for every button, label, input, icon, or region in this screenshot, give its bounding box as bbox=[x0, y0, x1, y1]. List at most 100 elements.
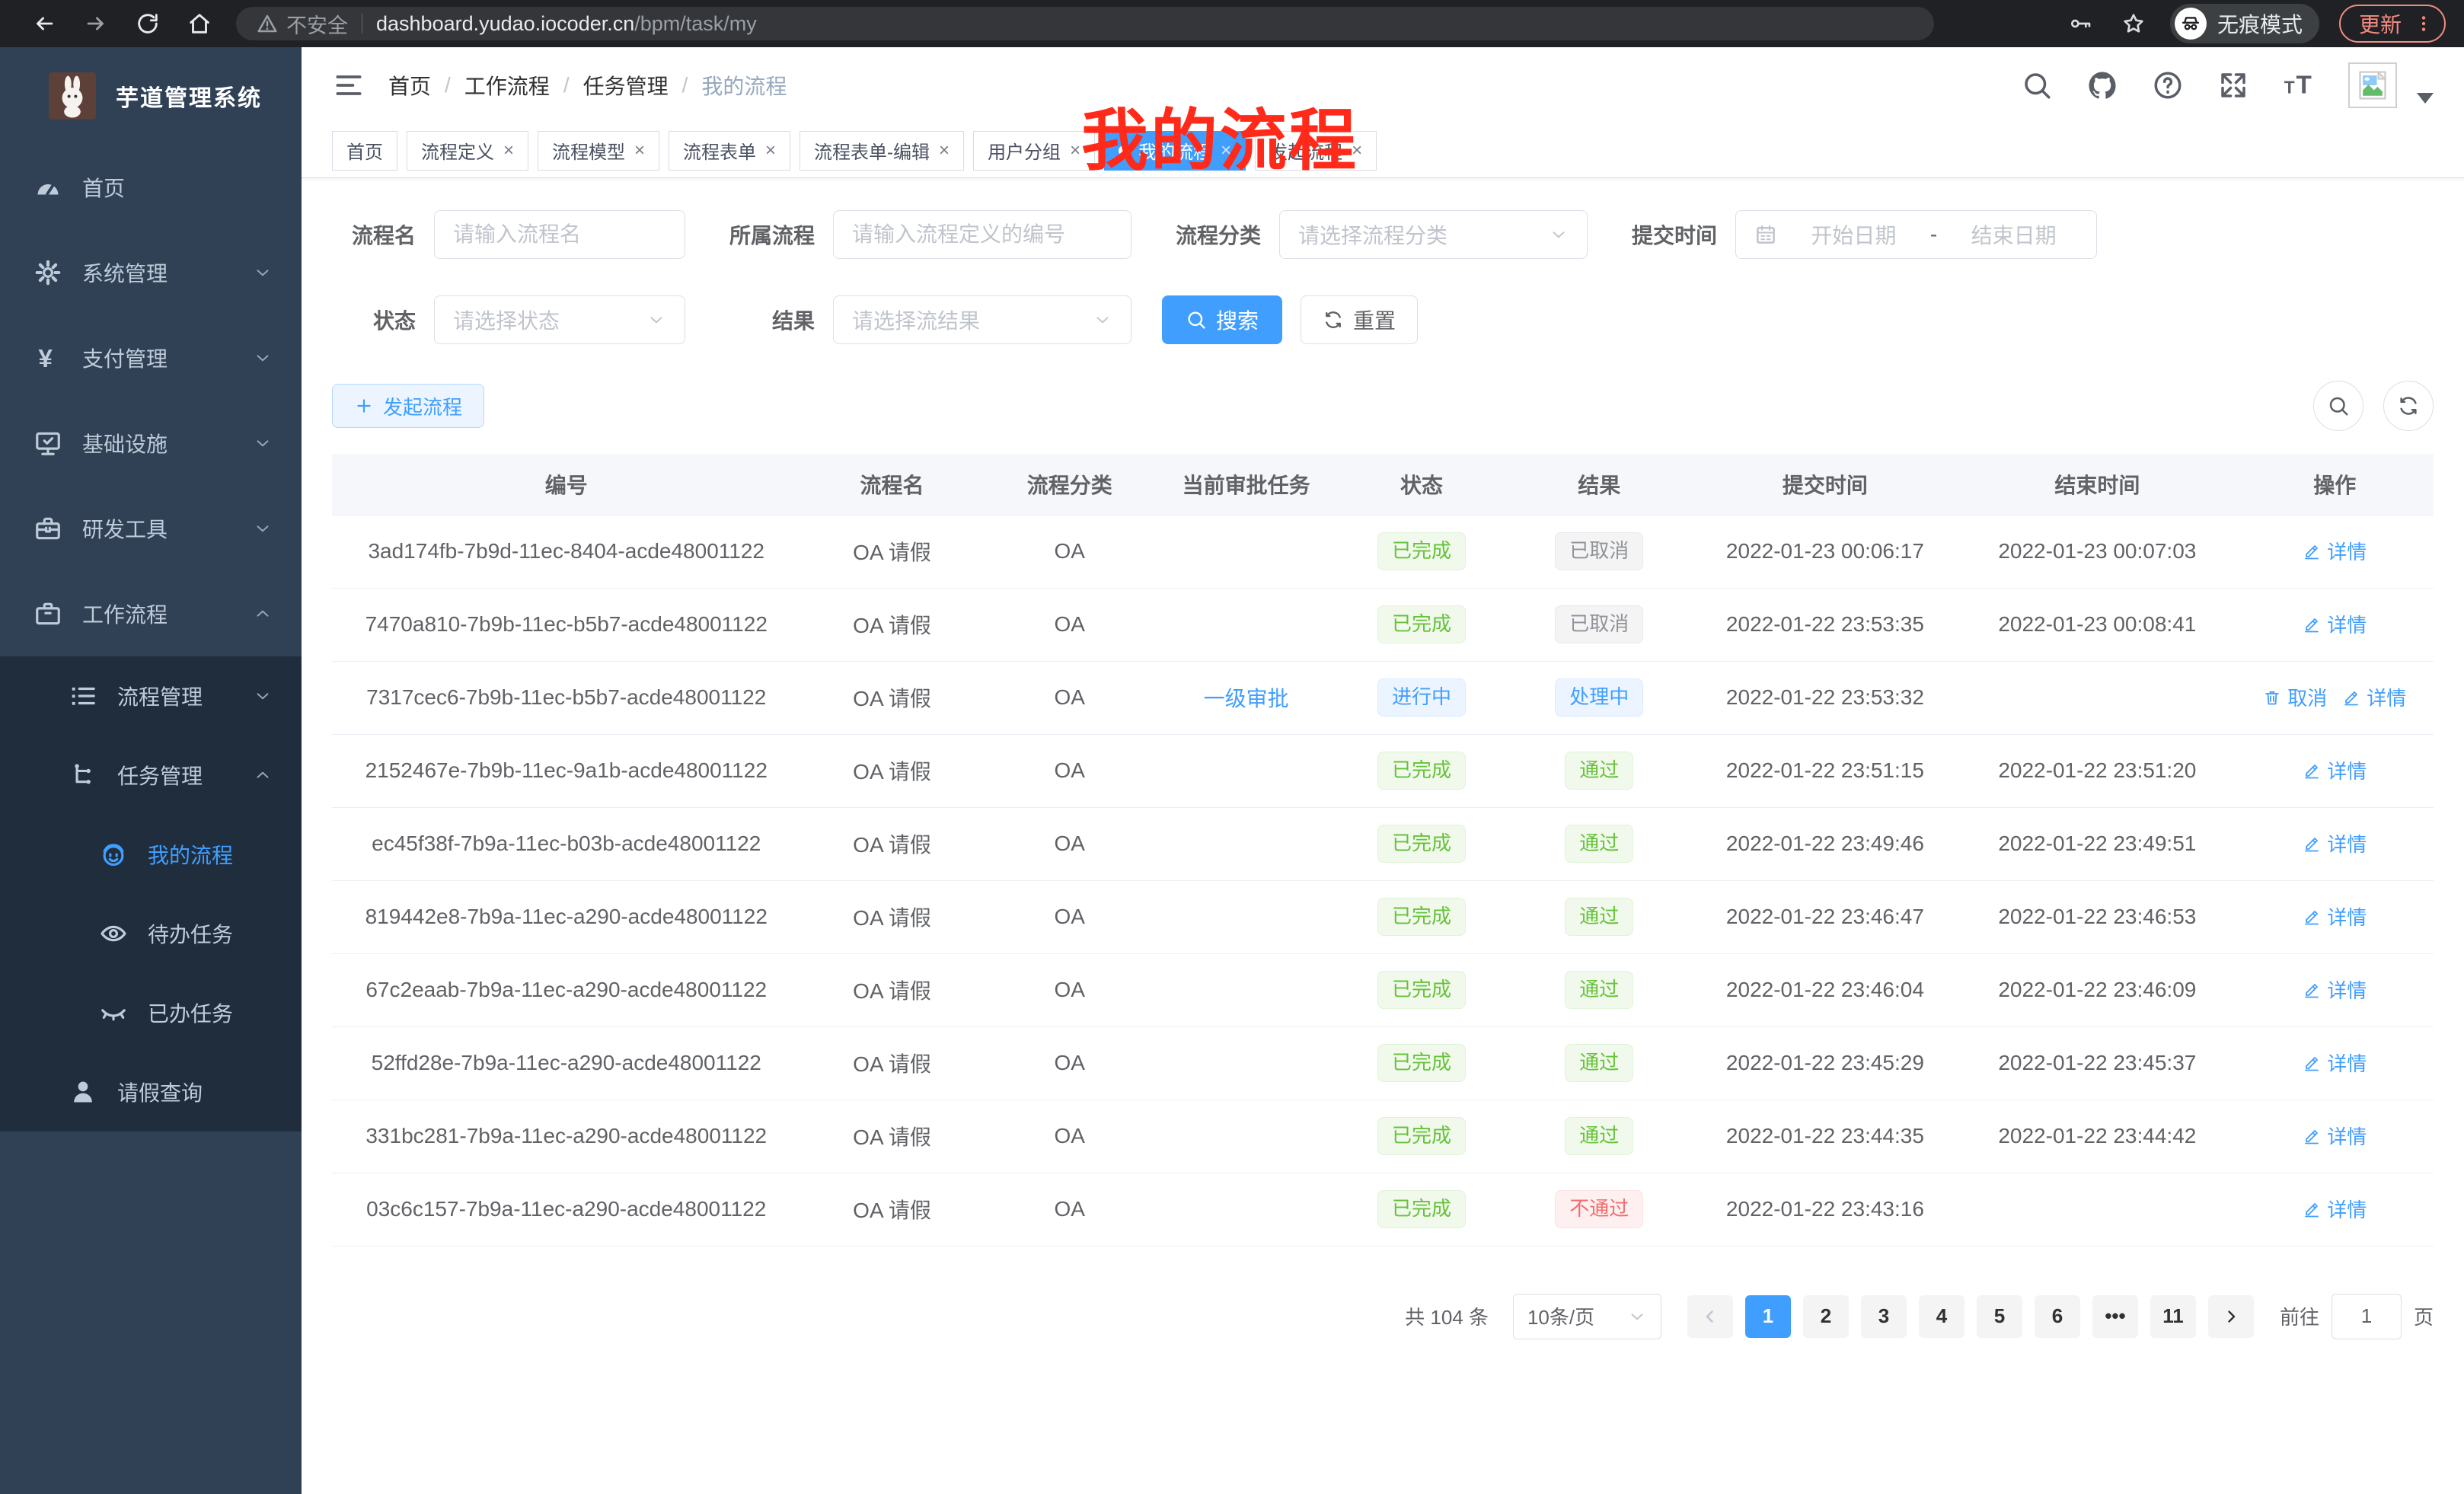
detail-link[interactable]: 详情 bbox=[2303, 1049, 2367, 1077]
cell-submit-time: 2022-01-22 23:43:16 bbox=[1692, 1173, 1959, 1246]
page-button-2[interactable]: 2 bbox=[1803, 1295, 1849, 1338]
sidebar-item-流程管理[interactable]: 流程管理 bbox=[0, 656, 302, 736]
tab-流程模型[interactable]: 流程模型× bbox=[538, 131, 659, 171]
sidebar-item-请假查询[interactable]: 请假查询 bbox=[0, 1052, 302, 1132]
font-size-icon[interactable]: TT bbox=[2283, 69, 2315, 101]
avatar[interactable] bbox=[2348, 62, 2397, 108]
tab-流程定义[interactable]: 流程定义× bbox=[407, 131, 528, 171]
cancel-link[interactable]: 取消 bbox=[2263, 683, 2327, 711]
detail-link[interactable]: 详情 bbox=[2342, 683, 2406, 711]
tree-icon bbox=[69, 761, 97, 790]
pen-icon bbox=[2303, 1127, 2321, 1145]
star-icon[interactable] bbox=[2117, 7, 2150, 40]
sidebar-item-研发工具[interactable]: 研发工具 bbox=[0, 486, 302, 571]
result-select[interactable]: 请选择流结果 bbox=[833, 295, 1131, 344]
caret-down-icon[interactable] bbox=[2417, 93, 2434, 104]
back-icon[interactable] bbox=[18, 2, 70, 45]
close-icon[interactable]: × bbox=[765, 142, 776, 160]
sidebar-item-基础设施[interactable]: 基础设施 bbox=[0, 401, 302, 486]
create-process-button[interactable]: 发起流程 bbox=[332, 384, 484, 428]
breadcrumb-item[interactable]: 工作流程 bbox=[464, 70, 550, 101]
breadcrumb-item[interactable]: 首页 bbox=[388, 70, 431, 101]
key-icon[interactable] bbox=[2063, 7, 2097, 40]
github-icon[interactable] bbox=[2086, 69, 2118, 101]
page-size-select[interactable]: 10条/页 bbox=[1513, 1294, 1661, 1339]
incognito-icon bbox=[2175, 8, 2207, 40]
fullscreen-icon[interactable] bbox=[2217, 69, 2249, 101]
kebab-menu-icon[interactable] bbox=[2414, 11, 2434, 37]
cell-process-id: 67c2eaab-7b9a-11ec-a290-acde48001122 bbox=[332, 953, 800, 1026]
cell-end-time: 2022-01-22 23:49:51 bbox=[1958, 807, 2236, 880]
table-row: 67c2eaab-7b9a-11ec-a290-acde48001122OA 请… bbox=[332, 953, 2434, 1026]
tab-流程表单[interactable]: 流程表单× bbox=[669, 131, 790, 171]
detail-link[interactable]: 详情 bbox=[2303, 537, 2367, 565]
sidebar-item-已办任务[interactable]: 已办任务 bbox=[0, 973, 302, 1052]
sidebar-item-支付管理[interactable]: ¥支付管理 bbox=[0, 315, 302, 401]
category-select[interactable]: 请选择流程分类 bbox=[1279, 210, 1588, 259]
prev-page-button[interactable] bbox=[1687, 1295, 1733, 1338]
sidebar-item-label: 工作流程 bbox=[82, 599, 168, 629]
pager-ellipsis[interactable]: ••• bbox=[2092, 1295, 2138, 1338]
detail-link[interactable]: 详情 bbox=[2303, 1195, 2367, 1223]
action-label: 取消 bbox=[2287, 683, 2327, 711]
sidebar-item-系统管理[interactable]: 系统管理 bbox=[0, 230, 302, 315]
tab-用户分组[interactable]: 用户分组× bbox=[973, 131, 1095, 171]
cell-result: 通过 bbox=[1507, 734, 1692, 807]
search-icon[interactable] bbox=[2021, 69, 2053, 101]
cell-actions: 详情 bbox=[2236, 1173, 2434, 1246]
cell-process-id: 2152467e-7b9b-11ec-9a1b-acde48001122 bbox=[332, 734, 800, 807]
sidebar-toggle-icon[interactable] bbox=[332, 69, 365, 102]
cell-category: OA bbox=[984, 953, 1156, 1026]
logo[interactable]: 芋道管理系统 bbox=[0, 47, 302, 145]
sidebar-item-我的流程[interactable]: 我的流程 bbox=[0, 815, 302, 894]
page-button-11[interactable]: 11 bbox=[2150, 1295, 2196, 1338]
detail-link[interactable]: 详情 bbox=[2303, 829, 2367, 857]
chevron-down-icon bbox=[1549, 225, 1569, 244]
page-button-3[interactable]: 3 bbox=[1861, 1295, 1907, 1338]
status-select[interactable]: 请选择状态 bbox=[434, 295, 685, 344]
sidebar-item-待办任务[interactable]: 待办任务 bbox=[0, 894, 302, 973]
cell-submit-time: 2022-01-22 23:51:15 bbox=[1692, 734, 1959, 807]
home-icon[interactable] bbox=[174, 2, 225, 45]
process-name-input[interactable] bbox=[434, 210, 685, 259]
status-badge: 已完成 bbox=[1377, 825, 1466, 863]
sidebar-item-首页[interactable]: 首页 bbox=[0, 145, 302, 230]
detail-link[interactable]: 详情 bbox=[2303, 756, 2367, 784]
close-icon[interactable]: × bbox=[503, 142, 514, 160]
tab-流程表单-编辑[interactable]: 流程表单-编辑× bbox=[800, 131, 964, 171]
detail-link[interactable]: 详情 bbox=[2303, 610, 2367, 638]
detail-link[interactable]: 详情 bbox=[2303, 975, 2367, 1004]
breadcrumb-item[interactable]: 任务管理 bbox=[583, 70, 669, 101]
forward-icon[interactable] bbox=[70, 2, 122, 45]
address-bar[interactable]: 不安全 dashboard.yudao.iocoder.cn/bpm/task/… bbox=[236, 7, 1934, 40]
sidebar-item-任务管理[interactable]: 任务管理 bbox=[0, 736, 302, 815]
search-button[interactable]: 搜索 bbox=[1162, 295, 1282, 344]
goto-page-input[interactable] bbox=[2332, 1294, 2402, 1339]
show-search-button[interactable] bbox=[2313, 381, 2363, 431]
table-row: 3ad174fb-7b9d-11ec-8404-acde48001122OA 请… bbox=[332, 515, 2434, 588]
process-def-input[interactable] bbox=[833, 210, 1131, 259]
page-button-4[interactable]: 4 bbox=[1919, 1295, 1964, 1338]
action-label: 详情 bbox=[2327, 975, 2367, 1004]
page-button-1[interactable]: 1 bbox=[1745, 1295, 1791, 1338]
update-button[interactable]: 更新 bbox=[2339, 5, 2446, 43]
cell-result: 不通过 bbox=[1507, 1173, 1692, 1246]
reset-button[interactable]: 重置 bbox=[1301, 295, 1418, 344]
page-button-5[interactable]: 5 bbox=[1977, 1295, 2022, 1338]
detail-link[interactable]: 详情 bbox=[2303, 902, 2367, 931]
refresh-table-button[interactable] bbox=[2383, 381, 2434, 431]
filter-label-submit-time: 提交时间 bbox=[1618, 219, 1717, 250]
tab-首页[interactable]: 首页 bbox=[332, 131, 397, 171]
reload-icon[interactable] bbox=[122, 2, 174, 45]
close-icon[interactable]: × bbox=[634, 142, 645, 160]
close-icon[interactable]: × bbox=[939, 142, 950, 160]
detail-link[interactable]: 详情 bbox=[2303, 1122, 2367, 1150]
page-button-6[interactable]: 6 bbox=[2035, 1295, 2080, 1338]
next-page-button[interactable] bbox=[2208, 1295, 2254, 1338]
cell-end-time: 2022-01-23 00:07:03 bbox=[1958, 515, 2236, 588]
close-icon[interactable]: × bbox=[1070, 142, 1080, 160]
help-icon[interactable] bbox=[2152, 69, 2184, 101]
current-task-link[interactable]: 一级审批 bbox=[1204, 687, 1289, 710]
submit-time-range-picker[interactable]: 开始日期 - 结束日期 bbox=[1735, 210, 2097, 259]
sidebar-item-工作流程[interactable]: 工作流程 bbox=[0, 571, 302, 656]
